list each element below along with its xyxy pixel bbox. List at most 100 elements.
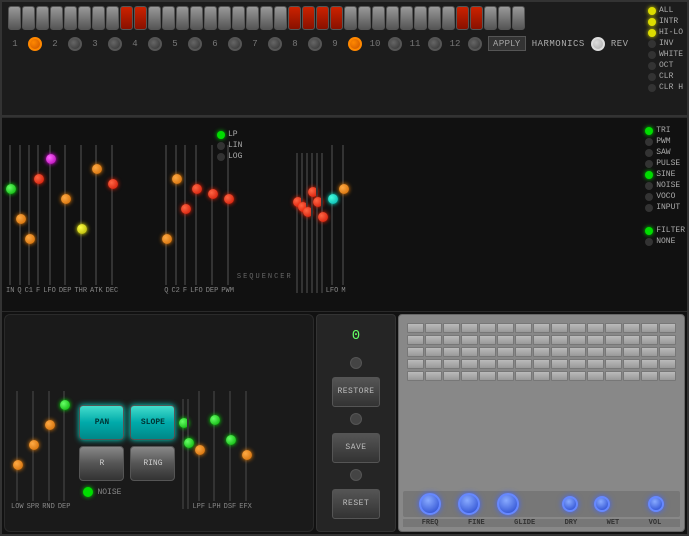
key-4[interactable] [50, 6, 63, 30]
fx-fader-lpf[interactable]: LPF [192, 391, 205, 511]
fx-fader-mid1[interactable] [182, 399, 184, 511]
key-14[interactable] [190, 6, 203, 30]
harm-knob-9[interactable] [348, 37, 362, 51]
fader-c2[interactable]: C2 [171, 145, 179, 295]
key-8[interactable] [106, 6, 119, 30]
key-32[interactable] [442, 6, 455, 30]
key-5[interactable] [64, 6, 77, 30]
fader-c1[interactable]: C1 [25, 145, 33, 295]
harm-knob-5[interactable] [188, 37, 202, 51]
freq-knob[interactable] [419, 493, 441, 515]
osc-sine[interactable]: SINE [645, 170, 685, 179]
harm-knob-8[interactable] [308, 37, 322, 51]
harm-knob-rev[interactable] [591, 37, 605, 51]
fader-seq3[interactable] [306, 153, 308, 295]
fader-seq5[interactable] [316, 153, 318, 295]
key-7[interactable] [92, 6, 105, 30]
reset-indicator[interactable] [350, 469, 362, 481]
fx-fader-dep[interactable]: DEP [58, 391, 71, 511]
right-label-clrh[interactable]: CLR H [648, 83, 683, 92]
osc-pwm[interactable]: PWM [645, 137, 685, 146]
fader-dep2[interactable]: DEP [206, 145, 219, 295]
key-24[interactable] [330, 6, 343, 30]
osc-input[interactable]: INPUT [645, 203, 685, 212]
fader-lfo1[interactable]: LFO [43, 145, 56, 295]
osc-none[interactable]: NONE [645, 237, 685, 246]
harm-knob-4[interactable] [148, 37, 162, 51]
key-20[interactable] [274, 6, 287, 30]
key-10[interactable] [134, 6, 147, 30]
key-25[interactable] [344, 6, 357, 30]
apply-harmonics-button[interactable]: APPLY [488, 36, 526, 51]
vol-knob[interactable] [648, 496, 664, 512]
fx-fader-efx[interactable]: EFX [239, 391, 252, 511]
key-19[interactable] [260, 6, 273, 30]
slope-button[interactable]: SLOPE [130, 405, 175, 440]
save-indicator[interactable] [350, 413, 362, 425]
right-label-inv[interactable]: INV [648, 39, 683, 48]
key-35[interactable] [484, 6, 497, 30]
fader-thr[interactable]: THR [74, 145, 87, 295]
fx-fader-low[interactable]: LOW [11, 391, 24, 511]
fader-q1[interactable]: Q [17, 145, 21, 295]
fx-fader-lph[interactable]: LPH [208, 391, 221, 511]
harm-knob-11[interactable] [428, 37, 442, 51]
fx-fader-spr[interactable]: SPR [27, 391, 40, 511]
key-22[interactable] [302, 6, 315, 30]
ring-button[interactable]: RING [130, 446, 175, 481]
right-label-hilo[interactable]: HI-LO [648, 28, 683, 37]
key-18[interactable] [246, 6, 259, 30]
key-31[interactable] [428, 6, 441, 30]
fader-seq1[interactable] [296, 153, 298, 295]
right-label-intr[interactable]: INTR [648, 17, 683, 26]
harm-knob-6[interactable] [228, 37, 242, 51]
glide-knob[interactable] [497, 493, 519, 515]
key-3[interactable] [36, 6, 49, 30]
key-27[interactable] [372, 6, 385, 30]
fine-knob[interactable] [458, 493, 480, 515]
fader-pwm[interactable]: PWM [221, 145, 234, 295]
fader-dep1[interactable]: DEP [59, 145, 72, 295]
osc-saw[interactable]: SAW [645, 148, 685, 157]
key-17[interactable] [232, 6, 245, 30]
key-37[interactable] [512, 6, 525, 30]
harm-knob-3[interactable] [108, 37, 122, 51]
key-28[interactable] [386, 6, 399, 30]
fader-atk[interactable]: ATK [90, 145, 103, 295]
fader-dec[interactable]: DEC [106, 145, 119, 295]
harm-knob-2[interactable] [68, 37, 82, 51]
key-36[interactable] [498, 6, 511, 30]
fader-seq4[interactable] [311, 153, 313, 295]
key-16[interactable] [218, 6, 231, 30]
osc-noise[interactable]: NOISE [645, 181, 685, 190]
restore-indicator[interactable] [350, 357, 362, 369]
restore-button[interactable]: RESTORE [332, 377, 380, 407]
fader-q2[interactable]: Q [164, 145, 168, 295]
wet-knob[interactable] [594, 496, 610, 512]
key-33[interactable] [456, 6, 469, 30]
reset-button[interactable]: RESET [332, 489, 380, 519]
fader-f2[interactable]: F [183, 145, 187, 295]
key-13[interactable] [176, 6, 189, 30]
right-label-clr[interactable]: CLR [648, 72, 683, 81]
right-label-all[interactable]: ALL [648, 6, 683, 15]
right-label-white[interactable]: WHITE [648, 50, 683, 59]
key-12[interactable] [162, 6, 175, 30]
key-21[interactable] [288, 6, 301, 30]
dry-knob[interactable] [562, 496, 578, 512]
osc-pulse[interactable]: PULSE [645, 159, 685, 168]
fader-seq8[interactable]: M [341, 145, 345, 295]
r-button[interactable]: R [79, 446, 124, 481]
osc-tri[interactable]: TRI [645, 126, 685, 135]
fader-seq2[interactable] [301, 153, 303, 295]
key-15[interactable] [204, 6, 217, 30]
key-23[interactable] [316, 6, 329, 30]
harm-knob-7[interactable] [268, 37, 282, 51]
osc-filter[interactable]: FILTER [645, 226, 685, 235]
harm-knob-1[interactable] [28, 37, 42, 51]
key-29[interactable] [400, 6, 413, 30]
pan-button[interactable]: PAN [79, 405, 124, 440]
osc-voco[interactable]: VOCO [645, 192, 685, 201]
harm-knob-12[interactable] [468, 37, 482, 51]
key-34[interactable] [470, 6, 483, 30]
